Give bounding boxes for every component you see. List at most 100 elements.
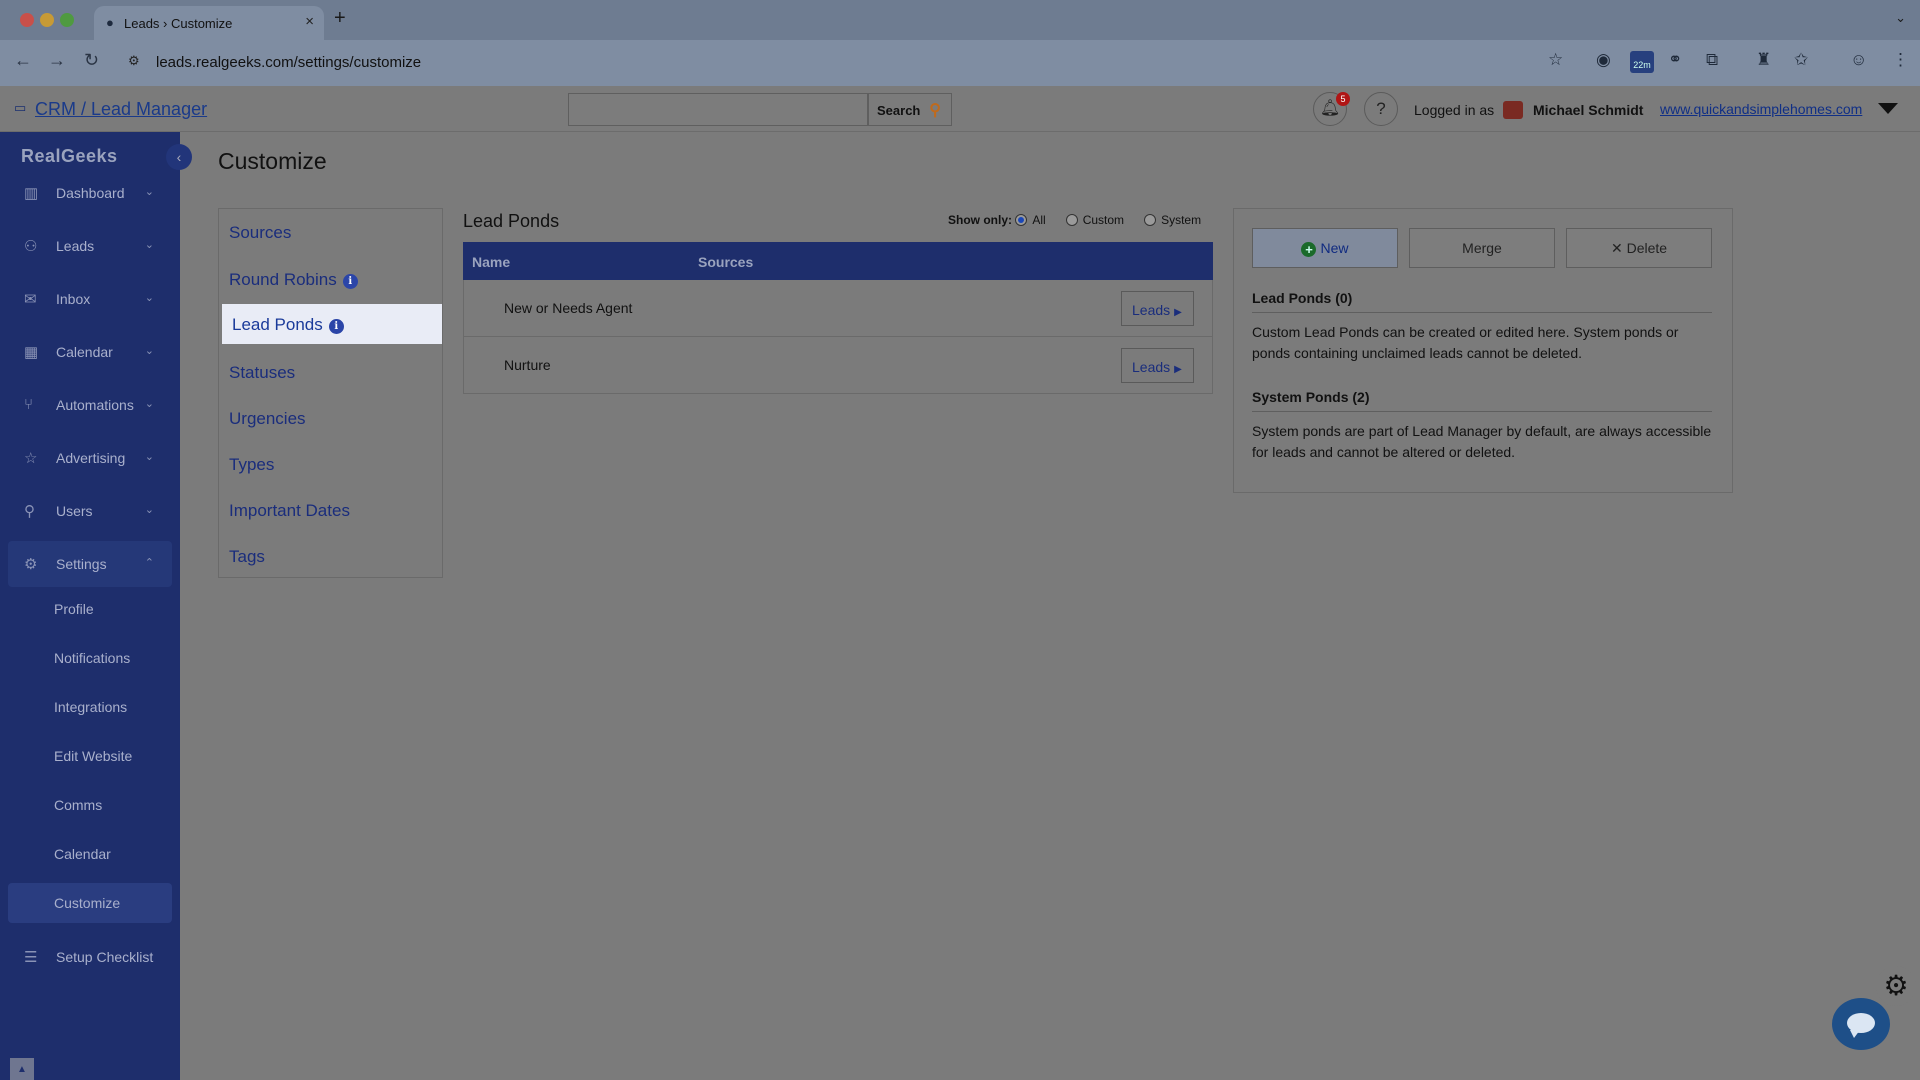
- sidebar-sub-edit-website[interactable]: Edit Website: [8, 736, 172, 776]
- brand-logo: RealGeeks: [21, 146, 118, 166]
- sidebar-sub-label: Integrations: [54, 699, 128, 715]
- sidebar-item-automations[interactable]: ⑂ Automations ⌄: [8, 382, 172, 428]
- menu-types[interactable]: Types: [229, 455, 274, 475]
- website-link[interactable]: www.quickandsimplehomes.com: [1660, 101, 1862, 117]
- search-button[interactable]: Search ⚲: [868, 93, 952, 126]
- sidebar-sub-label: Calendar: [54, 846, 111, 862]
- sidebar-item-users[interactable]: ⚲ Users ⌄: [8, 488, 172, 534]
- address-bar[interactable]: leads.realgeeks.com/settings/customize: [156, 54, 421, 71]
- scroll-up-button[interactable]: ▲: [10, 1058, 34, 1080]
- help-icon[interactable]: ?: [1364, 92, 1398, 126]
- user-avatar: [1503, 101, 1523, 119]
- favorites-icon[interactable]: ✩: [1794, 50, 1808, 70]
- sidebar-item-inbox[interactable]: ✉ Inbox ⌄: [8, 276, 172, 322]
- delete-button[interactable]: ✕ Delete: [1566, 228, 1712, 268]
- password-manager-icon[interactable]: ◉: [1596, 50, 1611, 70]
- reload-icon[interactable]: ↻: [84, 50, 99, 71]
- collapse-sidebar-button[interactable]: ‹: [166, 144, 192, 170]
- menu-round-robins[interactable]: Round Robins i: [229, 270, 358, 290]
- back-arrow-icon[interactable]: ←: [14, 50, 32, 71]
- sidebar-item-label: Users: [56, 503, 93, 519]
- window-minimize-button[interactable]: [40, 13, 54, 27]
- sidebar-sub-calendar[interactable]: Calendar: [8, 834, 172, 874]
- menu-sources[interactable]: Sources: [229, 223, 291, 243]
- sidebar-item-setup-checklist[interactable]: ☰ Setup Checklist: [8, 934, 172, 980]
- sidebar-item-calendar[interactable]: ▦ Calendar ⌄: [8, 329, 172, 375]
- sidebar-item-label: Setup Checklist: [56, 949, 154, 965]
- sidebar-item-label: Inbox: [56, 291, 91, 307]
- divider: [1252, 411, 1712, 412]
- pond-name: Nurture: [504, 357, 551, 373]
- menu-tags[interactable]: Tags: [229, 547, 265, 567]
- filter-custom-radio[interactable]: [1065, 214, 1078, 226]
- search-input[interactable]: [568, 93, 868, 126]
- sidebar: RealGeeks ▥ Dashboard ⌄ ⚇ Leads ⌄ ✉ Inbo…: [0, 132, 180, 1080]
- logged-in-label: Logged in as: [1414, 102, 1495, 118]
- user-name: Michael Schmidt: [1533, 102, 1644, 118]
- site-info-icon[interactable]: ⚙: [128, 53, 140, 69]
- menu-urgencies[interactable]: Urgencies: [229, 409, 306, 429]
- ponds-info-panel: + New Merge ✕ Delete Lead Ponds (0) Custo…: [1233, 208, 1733, 493]
- people-icon: ⚇: [24, 238, 38, 255]
- leads-button-label: Leads: [1132, 302, 1171, 318]
- puzzle-extension-icon[interactable]: ⧉: [1706, 50, 1718, 70]
- sidebar-item-label: Dashboard: [56, 185, 125, 201]
- crm-home-link[interactable]: CRM / Lead Manager: [35, 99, 207, 120]
- filter-system-radio[interactable]: [1144, 214, 1157, 226]
- link-extension-icon[interactable]: ⚭: [1668, 50, 1682, 70]
- browser-tab[interactable]: ● Leads › Customize ×: [94, 6, 324, 40]
- search-button-label: Search: [877, 103, 921, 118]
- tab-search-chevron-icon[interactable]: ⌄: [1895, 10, 1906, 26]
- filter-system-label: System: [1161, 213, 1202, 227]
- table-row[interactable]: Nurture Leads ▶: [463, 337, 1213, 394]
- browser-tab-bar: ● Leads › Customize × + ⌄: [0, 0, 1920, 40]
- chevron-down-icon: ⌄: [144, 398, 154, 410]
- sidebar-sub-notifications[interactable]: Notifications: [8, 638, 172, 678]
- leads-button[interactable]: Leads ▶: [1121, 348, 1194, 383]
- plus-circle-icon: +: [1301, 242, 1317, 257]
- crm-icon: ▭: [14, 100, 27, 115]
- merge-button[interactable]: Merge: [1409, 228, 1555, 268]
- settings-widget-icon[interactable]: ⚙: [1876, 966, 1916, 1006]
- delete-button-label: Delete: [1626, 240, 1668, 256]
- sidebar-sub-integrations[interactable]: Integrations: [8, 687, 172, 727]
- calendar-extension-icon[interactable]: 22m: [1630, 51, 1654, 73]
- filter-all-radio[interactable]: [1015, 214, 1028, 226]
- chat-bubble-icon[interactable]: [1832, 998, 1890, 1050]
- menu-important-dates[interactable]: Important Dates: [229, 501, 350, 521]
- sidebar-sub-comms[interactable]: Comms: [8, 785, 172, 825]
- table-row[interactable]: New or Needs Agent Leads ▶: [463, 280, 1213, 337]
- sidebar-item-label: Settings: [56, 556, 107, 572]
- customize-menu: Sources Round Robins i Lead Ponds i Status…: [218, 208, 443, 578]
- chevron-down-icon: ⌄: [144, 292, 154, 304]
- sidebar-item-settings[interactable]: ⚙ Settings ⌃: [8, 541, 172, 587]
- app-header: ▭ CRM / Lead Manager Search ⚲ 🔔︎ 5 ? Log…: [0, 86, 1920, 132]
- profile-avatar-icon[interactable]: ☺: [1850, 50, 1867, 70]
- user-icon: ⚲: [24, 503, 35, 520]
- new-tab-button[interactable]: +: [334, 7, 346, 30]
- new-pond-button[interactable]: + New: [1252, 228, 1398, 268]
- search-icon: ⚲: [929, 102, 941, 119]
- forward-arrow-icon[interactable]: →: [48, 50, 66, 71]
- leads-button[interactable]: Leads ▶: [1121, 291, 1194, 326]
- menu-lead-ponds[interactable]: Lead Ponds i: [222, 304, 442, 344]
- bookmark-star-icon[interactable]: ☆: [1548, 50, 1563, 70]
- envelope-icon: ✉: [24, 291, 37, 308]
- window-maximize-button[interactable]: [60, 13, 74, 27]
- sidebar-item-label: Calendar: [56, 344, 113, 360]
- tab-close-icon[interactable]: ×: [305, 13, 314, 30]
- window-close-button[interactable]: [20, 13, 34, 27]
- sidebar-item-leads[interactable]: ⚇ Leads ⌄: [8, 223, 172, 269]
- sidebar-item-dashboard[interactable]: ▥ Dashboard ⌄: [8, 170, 172, 216]
- sidebar-sub-profile[interactable]: Profile: [8, 589, 172, 629]
- info-icon[interactable]: i: [342, 274, 358, 289]
- info-icon[interactable]: i: [328, 319, 344, 334]
- browser-menu-icon[interactable]: ⋮: [1892, 50, 1909, 70]
- sidebar-sub-label: Customize: [54, 895, 121, 911]
- account-dropdown-caret-icon[interactable]: [1878, 103, 1898, 114]
- notification-count-badge: 5: [1336, 92, 1350, 106]
- sidebar-item-advertising[interactable]: ☆ Advertising ⌄: [8, 435, 172, 481]
- menu-statuses[interactable]: Statuses: [229, 363, 295, 383]
- incognito-icon[interactable]: ♜: [1756, 50, 1771, 70]
- sidebar-sub-customize[interactable]: Customize: [8, 883, 172, 923]
